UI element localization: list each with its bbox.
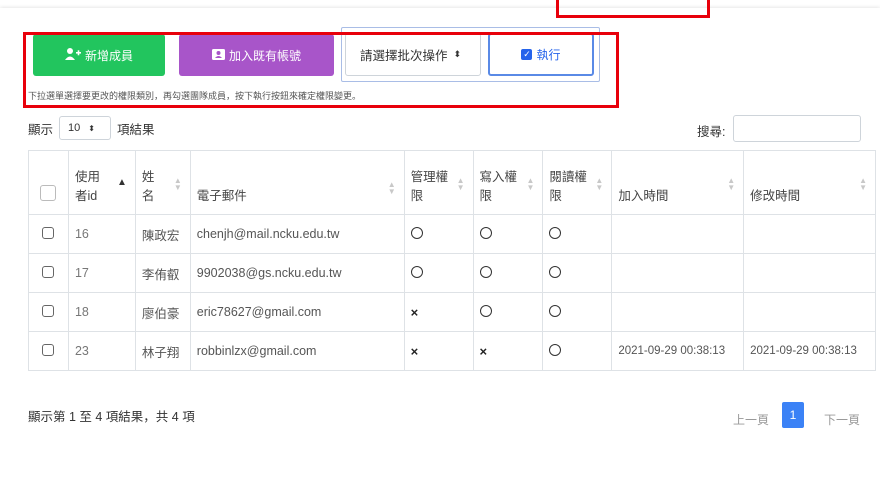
permission-granted-icon [549, 226, 562, 239]
cell-name: 陳政宏 [134, 214, 191, 254]
table-row: 23 林子翔 robbinlzx@gmail.com × × 2021-09-2… [28, 331, 876, 371]
select-all-checkbox[interactable] [40, 185, 57, 201]
table-row: 18 廖伯豪 eric78627@gmail.com × [28, 292, 876, 332]
cell-read [542, 253, 613, 293]
sort-icon: ▲ ▼ [595, 176, 604, 192]
header-select-all [28, 150, 69, 215]
permission-granted-icon [549, 265, 562, 278]
members-table: 使用 者id ▲ 姓 名 ▲ ▼ 電子郵件 ▲ ▼ 管理權 限 ▲ ▼ 寫入權 限 ▲ [28, 150, 876, 371]
sort-icon: ▲ ▼ [456, 176, 465, 192]
permission-granted-icon [479, 304, 492, 317]
cell-write: × [472, 331, 544, 371]
cell-write [472, 292, 544, 332]
sort-icon: ▲ ▼ [173, 176, 182, 192]
permission-granted-icon [410, 265, 423, 278]
row-select-cell [28, 331, 69, 371]
length-suffix: 項結果 [117, 122, 155, 137]
header-modified[interactable]: 修改時間 ▲ ▼ [743, 150, 876, 215]
cell-admin [403, 214, 474, 254]
table-header-row: 使用 者id ▲ 姓 名 ▲ ▼ 電子郵件 ▲ ▼ 管理權 限 ▲ ▼ 寫入權 限 ▲ [28, 150, 876, 215]
header-read[interactable]: 閱讀權 限 ▲ ▼ [542, 150, 613, 215]
cell-id: 16 [67, 214, 136, 254]
row-select-cell [28, 292, 69, 332]
cell-name: 林子翔 [134, 331, 191, 371]
sort-asc-icon: ▲ [116, 177, 127, 188]
cell-id: 17 [67, 253, 136, 293]
header-joined-label: 加入時間 [618, 189, 669, 203]
pagination-next[interactable]: 下一頁 [824, 411, 860, 428]
cell-joined [611, 253, 745, 293]
row-checkbox[interactable] [42, 343, 55, 356]
length-prefix: 顯示 [28, 122, 54, 137]
search-input[interactable] [733, 115, 861, 142]
cell-read [542, 292, 613, 332]
header-user-id[interactable]: 使用 者id ▲ [67, 150, 136, 215]
cell-admin [403, 253, 474, 293]
row-select-cell [28, 214, 69, 254]
cell-email: eric78627@gmail.com [189, 292, 405, 332]
cell-id: 23 [67, 331, 136, 371]
cell-write [472, 214, 544, 254]
header-name[interactable]: 姓 名 ▲ ▼ [134, 150, 191, 215]
cell-modified [743, 214, 876, 254]
table-row: 17 李侑叡 9902038@gs.ncku.edu.tw [28, 253, 876, 293]
cell-email: robbinlzx@gmail.com [189, 331, 405, 371]
cell-modified [743, 292, 876, 332]
permission-denied-icon: × [410, 304, 419, 320]
sort-icon: ▲ ▼ [526, 176, 535, 192]
sort-icon: ▲ ▼ [859, 176, 867, 192]
highlight-box-toolbar [23, 32, 619, 108]
sort-icon: ▲ ▼ [387, 180, 396, 196]
pagination-current-page[interactable]: 1 [782, 402, 804, 428]
page-length-control: 顯示 10 ⬍ 項結果 [28, 116, 155, 140]
permission-granted-icon [410, 226, 423, 239]
permission-granted-icon [479, 226, 492, 239]
table-row: 16 陳政宏 chenjh@mail.ncku.edu.tw [28, 214, 876, 254]
cell-name: 李侑叡 [134, 253, 191, 293]
cell-joined [611, 214, 745, 254]
table-summary: 顯示第 1 至 4 項結果，共 4 項 [28, 410, 195, 424]
row-select-cell [28, 253, 69, 293]
page-length-value: 10 [68, 122, 81, 134]
permission-denied-icon: × [410, 343, 419, 359]
highlight-box-top [556, 0, 710, 18]
cell-read [542, 331, 613, 371]
permission-denied-icon: × [479, 343, 488, 359]
cell-id: 18 [67, 292, 136, 332]
cell-email: chenjh@mail.ncku.edu.tw [189, 214, 405, 254]
select-caret-icon: ⬍ [88, 123, 95, 133]
header-admin[interactable]: 管理權 限 ▲ ▼ [403, 150, 474, 215]
cell-admin: × [403, 292, 474, 332]
cell-name: 廖伯豪 [134, 292, 191, 332]
permission-granted-icon [549, 343, 562, 356]
cell-joined: 2021-09-29 00:38:13 [611, 331, 745, 371]
permission-granted-icon [549, 304, 562, 317]
header-joined[interactable]: 加入時間 ▲ ▼ [611, 150, 745, 215]
permission-granted-icon [479, 265, 492, 278]
row-checkbox[interactable] [42, 304, 55, 317]
cell-admin: × [403, 331, 474, 371]
header-email-label: 電子郵件 [196, 189, 247, 203]
header-modified-label: 修改時間 [750, 189, 801, 203]
cell-modified [743, 253, 876, 293]
row-checkbox[interactable] [42, 226, 55, 239]
cell-modified: 2021-09-29 00:38:13 [743, 331, 876, 371]
cell-write [472, 253, 544, 293]
cell-joined [611, 292, 745, 332]
page-length-select[interactable]: 10 ⬍ [59, 116, 112, 140]
sort-icon: ▲ ▼ [727, 176, 736, 192]
cell-email: 9902038@gs.ncku.edu.tw [189, 253, 405, 293]
row-checkbox[interactable] [42, 265, 55, 278]
header-email[interactable]: 電子郵件 ▲ ▼ [189, 150, 405, 215]
search-label: 搜尋: [697, 125, 726, 139]
cell-read [542, 214, 613, 254]
pagination-prev[interactable]: 上一頁 [733, 411, 769, 428]
header-write[interactable]: 寫入權 限 ▲ ▼ [472, 150, 544, 215]
